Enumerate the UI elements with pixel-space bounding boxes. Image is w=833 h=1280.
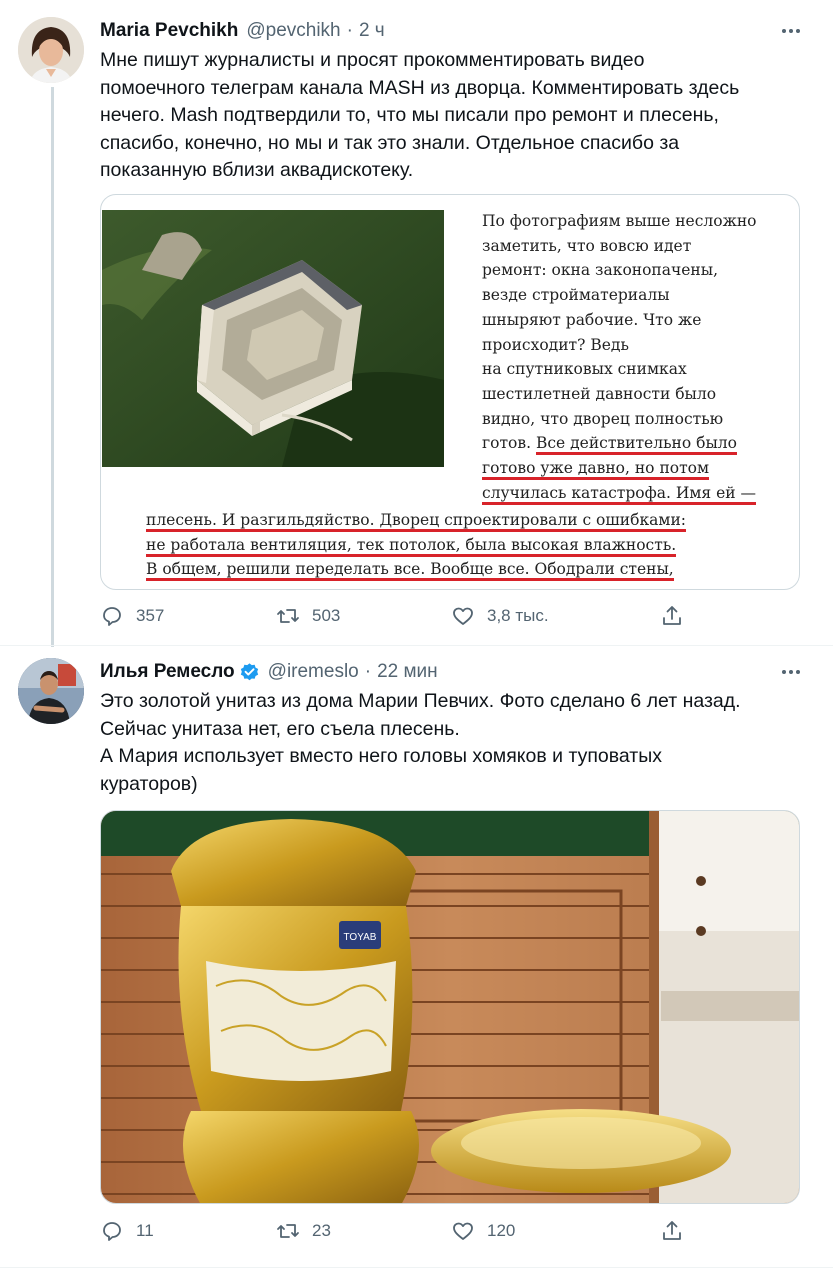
article-line: шестилетней давности было	[482, 384, 717, 403]
avatar[interactable]	[18, 658, 84, 724]
text-line: кураторов)	[100, 772, 198, 795]
tweet-actions: 357 503 3,8 тыс.	[100, 601, 700, 631]
share-button[interactable]	[660, 1216, 696, 1246]
like-icon	[453, 607, 473, 625]
author-handle[interactable]: @iremeslo	[268, 661, 359, 683]
article-plain-segment: готов.	[482, 434, 536, 453]
reply-icon	[103, 607, 121, 626]
like-icon	[453, 1222, 473, 1240]
author-name[interactable]: Maria Pevchikh	[100, 20, 238, 42]
retweet-icon	[277, 609, 299, 623]
retweet-count: 503	[312, 606, 341, 625]
author-name[interactable]: Илья Ремесло	[100, 661, 235, 683]
text-line: А Мария использует вместо него головы хо…	[100, 745, 662, 767]
text-line: Мне пишут журналисты и просят прокоммент…	[100, 49, 645, 71]
author-handle[interactable]: @pevchikh	[246, 20, 340, 42]
retweet-button[interactable]: 503	[276, 601, 340, 631]
more-icon[interactable]	[779, 660, 803, 684]
retweet-icon	[277, 1224, 299, 1238]
text-line: помоечного телеграм канала MASH из дворц…	[100, 76, 740, 99]
article-line: случилась катастрофа. Имя ей —	[482, 481, 792, 506]
separator-dot: ·	[346, 20, 353, 41]
tweet-text: Это золотой унитаз из дома Марии Певчих.…	[100, 688, 800, 798]
share-button[interactable]	[660, 601, 696, 631]
article-line: видно, что дворец полностью	[482, 409, 724, 428]
underlined-segment: В общем, решили переделать все. Вообще в…	[146, 560, 674, 582]
golden-toilet-image: TOYAB	[101, 811, 799, 1203]
text-line: показанную вблизи аквадискотеку.	[100, 159, 414, 181]
reply-count: 11	[136, 1221, 154, 1240]
tweet-1[interactable]: Maria Pevchikh @pevchikh · 2 ч Мне пишут…	[0, 0, 833, 647]
article-line: на спутниковых снимках	[482, 360, 687, 379]
article-line: По фотографиям выше несложно	[482, 212, 757, 230]
text-line: Это золотой унитаз из дома Марии Певчих.…	[100, 690, 741, 712]
article-line: готов. Все действительно было	[482, 431, 792, 456]
article-line: В общем, решили переделать все. Вообще в…	[146, 557, 796, 582]
tweet-text: Мне пишут журналисты и просят прокоммент…	[100, 47, 800, 185]
avatar-photo	[18, 17, 84, 83]
article-line: шныряют рабочие. Что же	[482, 310, 702, 329]
tweet-header: Илья Ремесло @iremeslo · 22 мин	[100, 657, 438, 687]
like-count: 120	[487, 1221, 516, 1240]
article-line: плесень. И разгильдяйство. Дворец спроек…	[146, 508, 796, 533]
reply-button[interactable]: 11	[100, 1216, 154, 1246]
article-text-column: По фотографиям выше несложно заметить, ч…	[482, 209, 792, 505]
text-line: нечего. Mash подтвердили то, что мы писа…	[100, 104, 719, 126]
retweet-count: 23	[312, 1221, 331, 1240]
palace-aerial-photo	[102, 210, 444, 467]
text-line: спасибо, конечно, но мы и так это знали.…	[100, 131, 680, 154]
avatar[interactable]	[18, 17, 84, 83]
underlined-segment: случилась катастрофа. Имя ей —	[482, 483, 757, 505]
like-button[interactable]: 3,8 тыс.	[451, 601, 549, 631]
tweet-actions: 11 23 120	[100, 1216, 700, 1246]
text-line: Сейчас унитаза нет, его съела плесень.	[100, 717, 460, 740]
article-line: готово уже давно, но потом	[482, 456, 792, 481]
avatar-photo	[18, 658, 84, 724]
retweet-button[interactable]: 23	[276, 1216, 331, 1246]
article-line: происходит? Ведь	[482, 335, 629, 354]
tweet-time[interactable]: 2 ч	[359, 20, 385, 42]
verified-badge-icon	[240, 662, 258, 680]
share-icon	[663, 1221, 681, 1240]
article-line: ремонт: окна законопачены,	[482, 261, 719, 280]
article-line: не работала вентиляция, тек потолок, был…	[146, 533, 796, 558]
tweet-2[interactable]: Илья Ремесло @iremeslo · 22 мин Это золо…	[0, 646, 833, 1266]
underlined-segment: плесень. И разгильдяйство. Дворец спроек…	[146, 511, 687, 532]
underlined-segment: не работала вентиляция, тек потолок, был…	[146, 535, 677, 557]
thread-connector	[51, 87, 54, 647]
like-button[interactable]: 120	[451, 1216, 515, 1246]
reply-button[interactable]: 357	[100, 601, 164, 631]
reply-count: 357	[136, 606, 165, 625]
article-line: заметить, что вовсю идет	[482, 236, 692, 255]
brand-label: TOYAB	[344, 932, 377, 943]
golden-toilet-photo[interactable]: TOYAB	[100, 810, 800, 1204]
article-line: везде стройматериалы	[482, 286, 670, 305]
underlined-segment: готово уже давно, но потом	[482, 459, 710, 481]
underlined-segment: Все действительно было	[535, 434, 737, 456]
article-text-wide: плесень. И разгильдяйство. Дворец спроек…	[146, 508, 796, 582]
share-icon	[663, 606, 681, 625]
tweet-time[interactable]: 22 мин	[377, 661, 438, 683]
like-count: 3,8 тыс.	[487, 606, 549, 625]
separator-dot: ·	[364, 661, 372, 682]
article-screenshot[interactable]: По фотографиям выше несложно заметить, ч…	[100, 194, 800, 590]
reply-icon	[103, 1222, 121, 1241]
tweet-header: Maria Pevchikh @pevchikh · 2 ч	[100, 16, 385, 46]
tweet-divider	[0, 1267, 833, 1268]
more-icon[interactable]	[779, 19, 803, 43]
